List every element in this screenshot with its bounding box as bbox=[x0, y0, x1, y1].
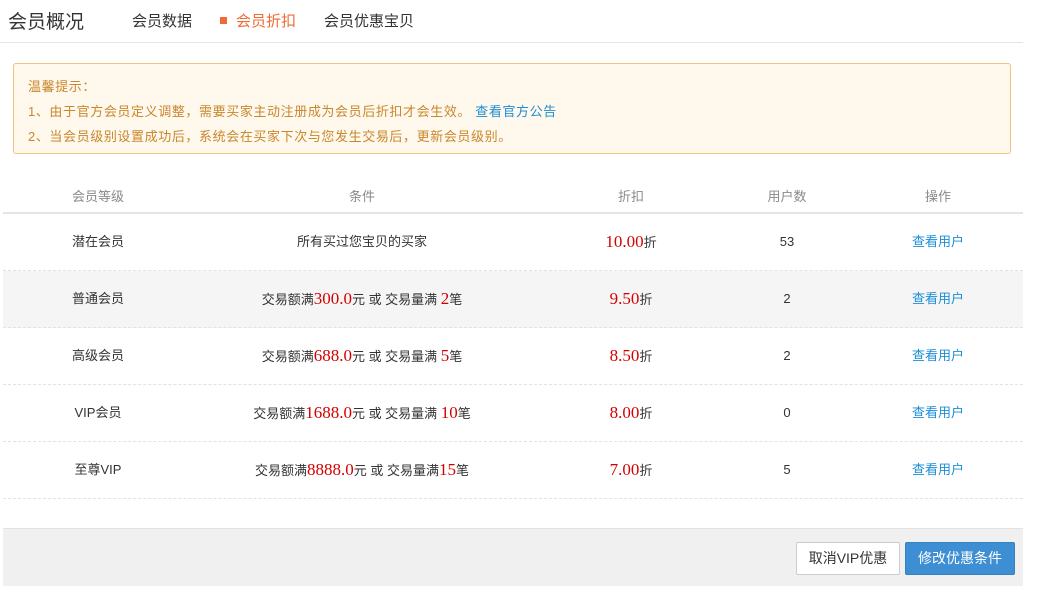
condition-amount: 300.0 bbox=[313, 289, 352, 308]
top-nav: 会员概况 会员数据 会员折扣 会员优惠宝贝 bbox=[0, 0, 1023, 43]
condition-prefix: 交易额满 bbox=[253, 406, 306, 421]
table-row: VIP会员 交易额满1688.0元 或 交易量满 10笔 8.00折 0 查看用… bbox=[3, 385, 1023, 442]
row-condition: 交易额满688.0元 或 交易量满 5笔 bbox=[262, 328, 463, 385]
page-title: 会员概况 bbox=[8, 12, 85, 33]
discount-value: 10.00 bbox=[605, 232, 644, 251]
member-level-table: 会员等级 条件 折扣 用户数 操作 潜在会员 所有买过您宝贝的买家 10.00折… bbox=[3, 173, 1023, 499]
row-discount: 10.00折 bbox=[605, 214, 656, 271]
row-discount: 9.50折 bbox=[610, 271, 653, 328]
row-users: 2 bbox=[783, 348, 791, 363]
view-users-link[interactable]: 查看用户 bbox=[912, 214, 964, 270]
condition-suffix: 笔 bbox=[457, 406, 471, 421]
condition-count: 10 bbox=[440, 403, 458, 422]
condition-count: 2 bbox=[440, 289, 450, 308]
table-row: 普通会员 交易额满300.0元 或 交易量满 2笔 9.50折 2 查看用户 bbox=[3, 271, 1023, 328]
condition-mid: 元 或 交易量满 bbox=[353, 463, 439, 478]
discount-value: 8.50 bbox=[609, 346, 640, 365]
row-condition: 交易额满1688.0元 或 交易量满 10笔 bbox=[253, 385, 471, 442]
discount-unit: 折 bbox=[643, 235, 657, 250]
row-users: 5 bbox=[783, 462, 791, 477]
row-users: 0 bbox=[783, 405, 791, 420]
table-header: 会员等级 条件 折扣 用户数 操作 bbox=[3, 173, 1023, 214]
tab-member-discount-label: 会员折扣 bbox=[236, 13, 297, 30]
view-users-link[interactable]: 查看用户 bbox=[912, 328, 964, 384]
condition-mid: 元 或 交易量满 bbox=[351, 349, 441, 364]
condition-amount: 1688.0 bbox=[305, 403, 352, 422]
header-discount: 折扣 bbox=[617, 189, 645, 204]
notice-line-2: 2、当会员级别设置成功后，系统会在买家下次与您发生交易后，更新会员级别。 bbox=[28, 129, 512, 144]
condition-prefix: 交易额满 bbox=[261, 292, 314, 307]
row-level: 高级会员 bbox=[71, 348, 125, 363]
discount-value: 9.50 bbox=[609, 289, 640, 308]
row-condition: 交易额满8888.0元 或 交易量满15笔 bbox=[255, 442, 469, 499]
discount-unit: 折 bbox=[639, 406, 653, 421]
notice-box: 温馨提示： 1、由于官方会员定义调整，需要买家主动注册成为会员后折扣才会生效。 … bbox=[13, 63, 1011, 154]
header-action: 操作 bbox=[924, 189, 952, 204]
row-discount: 8.00折 bbox=[610, 385, 653, 442]
discount-unit: 折 bbox=[639, 292, 653, 307]
condition-mid: 元 或 交易量满 bbox=[351, 292, 441, 307]
row-discount: 7.00折 bbox=[610, 442, 653, 499]
active-tab-marker-icon bbox=[220, 17, 227, 24]
row-condition: 交易额满300.0元 或 交易量满 2笔 bbox=[262, 271, 463, 328]
row-users: 53 bbox=[779, 234, 795, 249]
view-users-link[interactable]: 查看用户 bbox=[912, 271, 964, 327]
condition-suffix: 笔 bbox=[449, 349, 463, 364]
discount-unit: 折 bbox=[639, 463, 653, 478]
condition-prefix: 交易额满 bbox=[261, 349, 314, 364]
view-users-link[interactable]: 查看用户 bbox=[912, 442, 964, 498]
tab-member-discount[interactable]: 会员折扣 bbox=[220, 10, 296, 31]
header-users: 用户数 bbox=[767, 189, 807, 204]
row-level: VIP会员 bbox=[74, 405, 122, 420]
tab-member-data[interactable]: 会员数据 bbox=[132, 10, 192, 31]
notice-line-1-text: 1、由于官方会员定义调整，需要买家主动注册成为会员后折扣才会生效。 bbox=[28, 104, 472, 119]
edit-discount-conditions-button[interactable]: 修改优惠条件 bbox=[905, 542, 1015, 575]
discount-value: 7.00 bbox=[609, 460, 640, 479]
table-row: 潜在会员 所有买过您宝贝的买家 10.00折 53 查看用户 bbox=[3, 214, 1023, 271]
view-official-announcement-link[interactable]: 查看官方公告 bbox=[475, 104, 557, 119]
condition-amount: 688.0 bbox=[313, 346, 352, 365]
row-users: 2 bbox=[783, 291, 791, 306]
notice-line-1: 1、由于官方会员定义调整，需要买家主动注册成为会员后折扣才会生效。 查看官方公告 bbox=[28, 101, 557, 120]
condition-count: 15 bbox=[438, 460, 456, 479]
condition-mid: 元 或 交易量满 bbox=[351, 406, 441, 421]
header-condition: 条件 bbox=[348, 189, 376, 204]
condition-prefix: 交易额满 bbox=[254, 463, 308, 478]
row-level: 至尊VIP bbox=[74, 462, 122, 477]
condition-suffix: 笔 bbox=[455, 463, 470, 478]
condition-count: 5 bbox=[440, 346, 450, 365]
discount-unit: 折 bbox=[639, 349, 653, 364]
condition-amount: 8888.0 bbox=[307, 460, 354, 479]
tab-member-products[interactable]: 会员优惠宝贝 bbox=[324, 10, 414, 31]
condition-suffix: 笔 bbox=[449, 292, 463, 307]
row-condition: 所有买过您宝贝的买家 bbox=[296, 234, 428, 249]
notice-heading: 温馨提示： bbox=[28, 79, 97, 94]
row-level: 普通会员 bbox=[71, 291, 125, 306]
header-level: 会员等级 bbox=[71, 189, 125, 204]
row-discount: 8.50折 bbox=[610, 328, 653, 385]
row-level: 潜在会员 bbox=[71, 234, 125, 249]
table-row: 至尊VIP 交易额满8888.0元 或 交易量满15笔 7.00折 5 查看用户 bbox=[3, 442, 1023, 499]
cancel-vip-discount-button[interactable]: 取消VIP优惠 bbox=[796, 542, 900, 575]
discount-value: 8.00 bbox=[609, 403, 640, 422]
table-row: 高级会员 交易额满688.0元 或 交易量满 5笔 8.50折 2 查看用户 bbox=[3, 328, 1023, 385]
action-bar: 取消VIP优惠 修改优惠条件 bbox=[3, 528, 1023, 586]
view-users-link[interactable]: 查看用户 bbox=[912, 385, 964, 441]
